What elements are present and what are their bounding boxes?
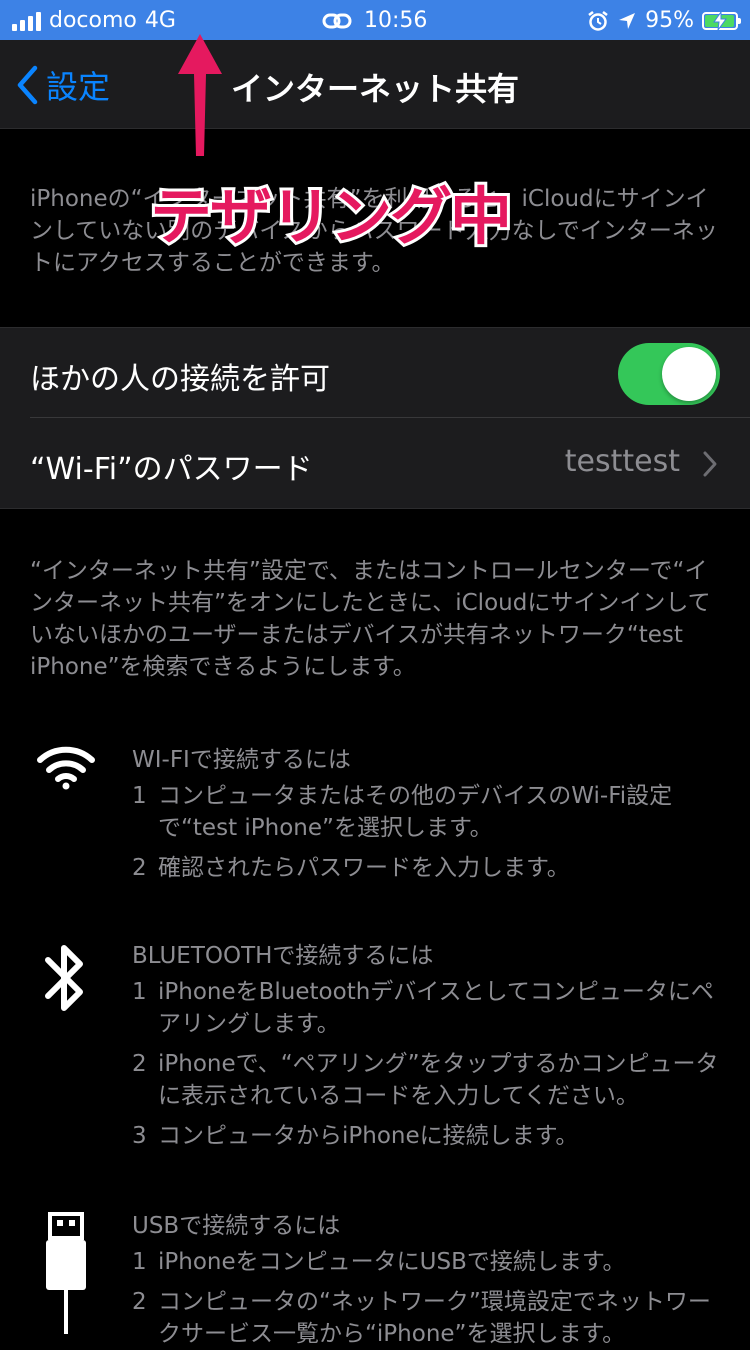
bluetooth-icon — [45, 945, 83, 1011]
signal-icon — [12, 11, 41, 31]
page-title: インターネット共有 — [230, 70, 519, 108]
battery-icon — [702, 11, 741, 30]
annotation-arrow-icon — [178, 34, 222, 156]
allow-others-toggle[interactable] — [618, 343, 720, 405]
settings-group: ほかの人の接続を許可 “Wi-Fi”のパスワード testtest — [0, 327, 750, 509]
usb-instructions-title: USBで接続するには — [132, 1213, 341, 1239]
status-center: 10:56 — [322, 8, 427, 33]
wifi-instructions-title: WI-FIで接続するには — [132, 747, 351, 773]
bluetooth-step-1: 1 iPhoneをBluetoothデバイスとしてコンピュータにペアリングします… — [132, 979, 714, 1037]
alarm-icon — [588, 10, 608, 31]
navigation-bar: 設定 インターネット共有 — [0, 40, 750, 129]
allow-others-label: ほかの人の接続を許可 — [30, 362, 330, 397]
wifi-icon — [37, 746, 95, 790]
wifi-step-2: 2 確認されたらパスワードを入力します。 — [132, 855, 570, 881]
annotation-label: テザリング中 — [147, 177, 515, 256]
charging-bolt-icon — [713, 11, 727, 30]
wifi-step-1: 1 コンピュータまたはその他のデバイスのWi-Fi設定で“test iPhone… — [132, 783, 673, 841]
sharing-footer-description: “インターネット共有”設定で、またはコントロールセンターで“インターネット共有”… — [30, 558, 711, 680]
wifi-password-value: testtest — [564, 444, 680, 479]
chevron-right-icon — [703, 451, 717, 477]
status-left: docomo 4G — [12, 8, 176, 33]
bluetooth-step-2: 2 iPhoneで、“ペアリング”をタップするかコンピュータに表示されているコー… — [132, 1051, 719, 1109]
toggle-knob — [662, 347, 716, 401]
wifi-password-label: “Wi-Fi”のパスワード — [30, 452, 313, 487]
usb-step-1: 1 iPhoneをコンピュータにUSBで接続します。 — [132, 1249, 626, 1275]
status-right: 95% — [587, 8, 741, 33]
location-arrow-icon — [619, 12, 636, 29]
carrier-name: docomo — [49, 8, 137, 33]
network-type: 4G — [144, 8, 176, 33]
usb-cable-icon — [46, 1212, 86, 1334]
bluetooth-step-3: 3 コンピュータからiPhoneに接続します。 — [132, 1123, 579, 1149]
status-time: 10:56 — [364, 8, 428, 33]
battery-percent: 95% — [645, 8, 694, 33]
hotspot-link-icon — [322, 13, 352, 28]
usb-step-2: 2 コンピュータの“ネットワーク”環境設定でネットワークサービス一覧から“iPh… — [132, 1289, 711, 1347]
allow-others-row: ほかの人の接続を許可 — [0, 328, 750, 418]
bluetooth-instructions-title: BLUETOOTHで接続するには — [132, 943, 434, 969]
status-bar: docomo 4G 10:56 95% — [0, 0, 750, 40]
wifi-password-row[interactable]: “Wi-Fi”のパスワード testtest — [0, 418, 750, 508]
